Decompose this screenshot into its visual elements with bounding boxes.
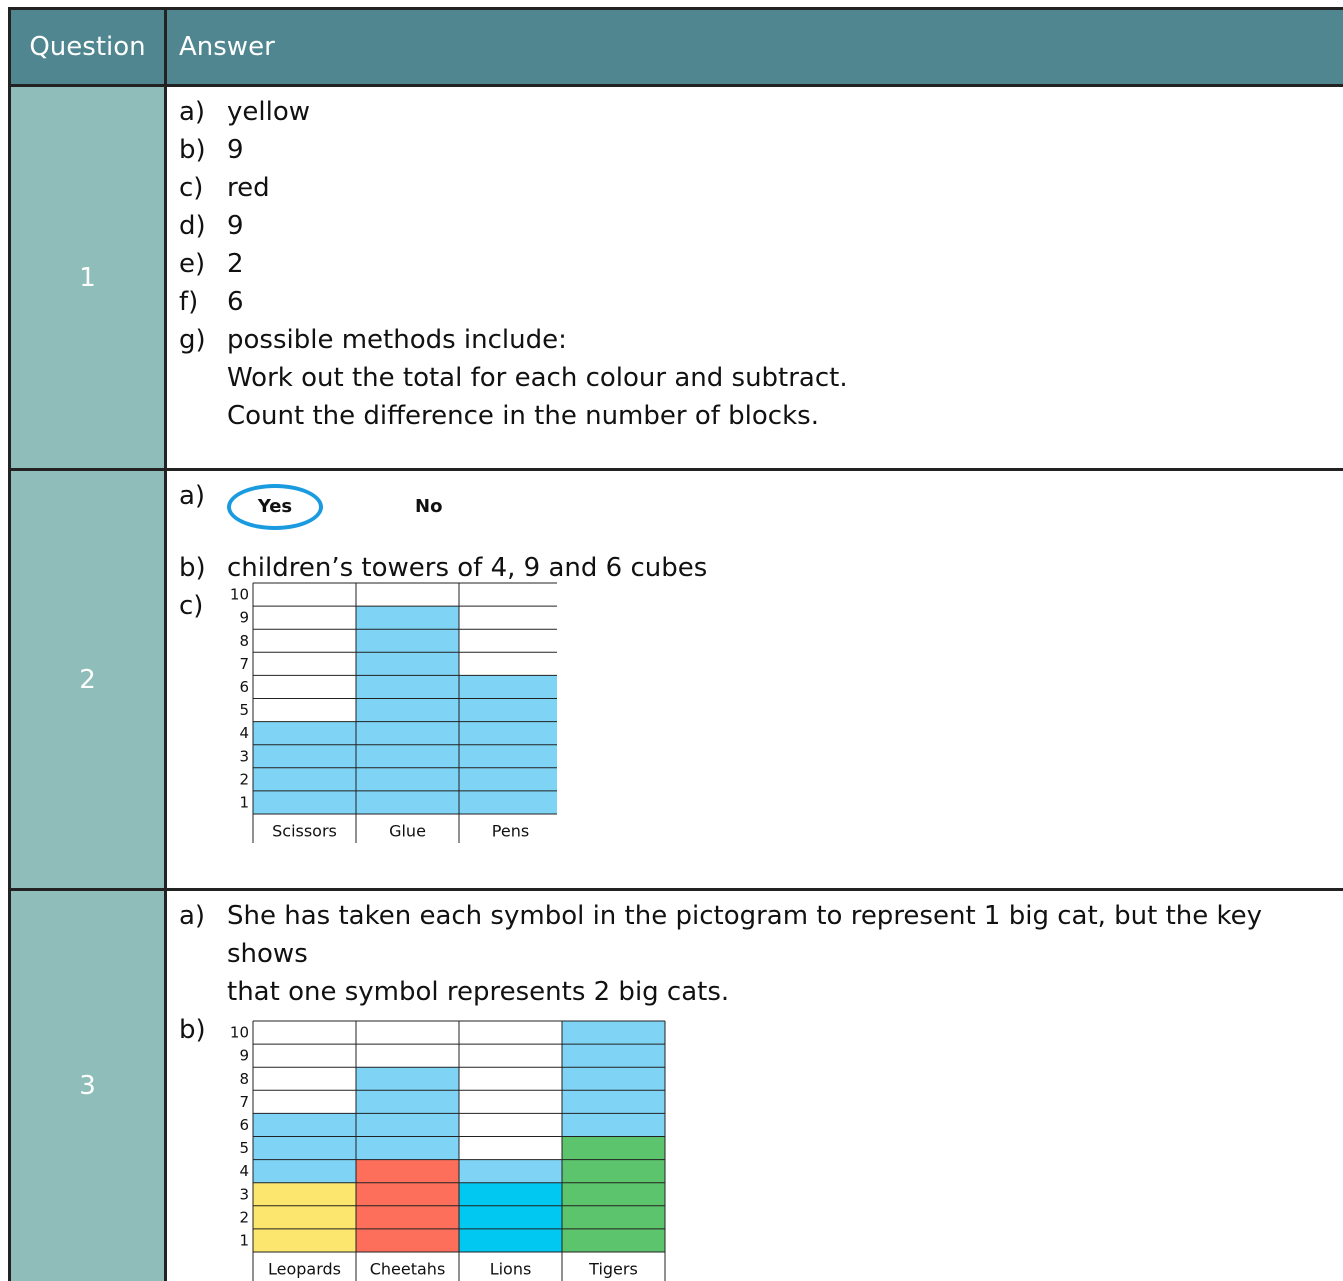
item-label: b) bbox=[179, 131, 227, 169]
bar-leopards-0 bbox=[253, 1183, 356, 1252]
y-tick-label: 9 bbox=[239, 609, 249, 627]
item-label: g) bbox=[179, 321, 227, 435]
question-column-header: Question bbox=[10, 9, 166, 86]
yes-option: Yes bbox=[227, 484, 323, 530]
category-label: Leopards bbox=[268, 1260, 341, 1279]
item-text: 2 bbox=[227, 245, 244, 283]
selected-circle bbox=[227, 484, 323, 530]
item-text-block: She has taken each symbol in the pictogr… bbox=[227, 897, 1343, 1011]
y-tick-label: 2 bbox=[239, 770, 249, 788]
block-graph-chart: 1 2 3 4 5 6 7 8 9 10 Leopards Cheetahs Lions Tigers bbox=[217, 1011, 667, 1281]
item-text-line-2: Work out the total for each colour and s… bbox=[227, 359, 848, 397]
no-label: No bbox=[415, 488, 442, 526]
item-text-block: possible methods include: Work out the t… bbox=[227, 321, 848, 435]
y-tick-label: 5 bbox=[239, 701, 249, 719]
table-header-row: Question Answer bbox=[10, 9, 1343, 86]
question-number: 3 bbox=[10, 890, 166, 1281]
y-tick-label: 7 bbox=[239, 1093, 249, 1111]
bar-tigers-0 bbox=[562, 1137, 665, 1253]
y-tick-label: 9 bbox=[239, 1047, 249, 1065]
category-label: Scissors bbox=[272, 822, 337, 841]
y-tick-label: 6 bbox=[239, 678, 249, 696]
y-tick-label: 5 bbox=[239, 1139, 249, 1157]
answer-page: Question Answer 1 a)yellow b)9 c)red d)9… bbox=[0, 0, 1343, 1272]
bar-glue-0 bbox=[356, 606, 459, 814]
y-tick-label: 8 bbox=[239, 1070, 249, 1088]
y-tick-label: 7 bbox=[239, 655, 249, 673]
table-row: 3 a) She has taken each symbol in the pi… bbox=[10, 890, 1343, 1281]
table-row: 2 a) Yes No b) children’s towers of 4, 9… bbox=[10, 470, 1343, 890]
answers-table: Question Answer 1 a)yellow b)9 c)red d)9… bbox=[8, 7, 1343, 1281]
item-text: 9 bbox=[227, 207, 244, 245]
list-item: c)red bbox=[179, 169, 1343, 207]
item-text-line-3: Count the difference in the number of bl… bbox=[227, 397, 848, 435]
q1-answer-list: a)yellow b)9 c)red d)9 e)2 f)6 g) possib… bbox=[179, 93, 1343, 435]
bar-lions-0 bbox=[459, 1183, 562, 1252]
item-text-line-2: that one symbol represents 2 big cats. bbox=[227, 973, 1343, 1011]
list-item: c) 12345678910ScissorsGluePens bbox=[179, 587, 1343, 843]
y-tick-label: 6 bbox=[239, 1116, 249, 1134]
yes-no-choice: Yes No bbox=[227, 477, 442, 537]
list-item: a) She has taken each symbol in the pict… bbox=[179, 897, 1343, 1011]
y-tick-label: 10 bbox=[230, 586, 249, 604]
item-text: yellow bbox=[227, 93, 310, 131]
answer-cell-q2: a) Yes No b) children’s towers of 4, 9 a… bbox=[166, 470, 1343, 890]
category-label: Pens bbox=[492, 822, 529, 841]
list-item: b)9 bbox=[179, 131, 1343, 169]
y-tick-label: 1 bbox=[239, 1231, 249, 1249]
item-label: a) bbox=[179, 477, 227, 537]
item-label: d) bbox=[179, 207, 227, 245]
list-item: e)2 bbox=[179, 245, 1343, 283]
answer-cell-q3: a) She has taken each symbol in the pict… bbox=[166, 890, 1343, 1281]
list-item: a) Yes No bbox=[179, 477, 1343, 537]
list-item: g) possible methods include: Work out th… bbox=[179, 321, 1343, 435]
y-tick-label: 1 bbox=[239, 793, 249, 811]
item-label: a) bbox=[179, 897, 227, 1011]
y-tick-label: 3 bbox=[239, 1185, 249, 1203]
item-text: red bbox=[227, 169, 270, 207]
y-tick-label: 4 bbox=[239, 1162, 249, 1180]
block-graph-chart: 1 2 3 4 5 6 7 8 9 10 Scissors Glue Pens bbox=[217, 573, 557, 843]
bar-leopards-1 bbox=[253, 1113, 356, 1182]
list-item: d)9 bbox=[179, 207, 1343, 245]
category-label: Glue bbox=[389, 822, 426, 841]
y-tick-label: 2 bbox=[239, 1208, 249, 1226]
table-row: 1 a)yellow b)9 c)red d)9 e)2 f)6 g) poss… bbox=[10, 86, 1343, 470]
item-label: c) bbox=[179, 169, 227, 207]
list-item: a)yellow bbox=[179, 93, 1343, 131]
item-text: 6 bbox=[227, 283, 244, 321]
list-item: f)6 bbox=[179, 283, 1343, 321]
answer-sheet: Question Answer 1 a)yellow b)9 c)red d)9… bbox=[8, 7, 1343, 1272]
y-tick-label: 10 bbox=[230, 1024, 249, 1042]
category-label: Cheetahs bbox=[370, 1260, 446, 1279]
category-label: Tigers bbox=[588, 1260, 638, 1279]
y-tick-label: 4 bbox=[239, 724, 249, 742]
list-item: b) 12345678910LeopardsCheetahsLionsTiger… bbox=[179, 1011, 1343, 1281]
bar-tigers-1 bbox=[562, 1021, 665, 1137]
item-label: e) bbox=[179, 245, 227, 283]
item-text: She has taken each symbol in the pictogr… bbox=[227, 897, 1343, 973]
question-number: 1 bbox=[10, 86, 166, 470]
item-text: possible methods include: bbox=[227, 321, 848, 359]
bar-lions-1 bbox=[459, 1160, 562, 1183]
item-text: 9 bbox=[227, 131, 244, 169]
y-tick-label: 3 bbox=[239, 747, 249, 765]
y-tick-label: 8 bbox=[239, 632, 249, 650]
answer-cell-q1: a)yellow b)9 c)red d)9 e)2 f)6 g) possib… bbox=[166, 86, 1343, 470]
answer-column-header: Answer bbox=[166, 9, 1343, 86]
question-number: 2 bbox=[10, 470, 166, 890]
item-label: f) bbox=[179, 283, 227, 321]
category-label: Lions bbox=[490, 1260, 532, 1279]
item-label: a) bbox=[179, 93, 227, 131]
